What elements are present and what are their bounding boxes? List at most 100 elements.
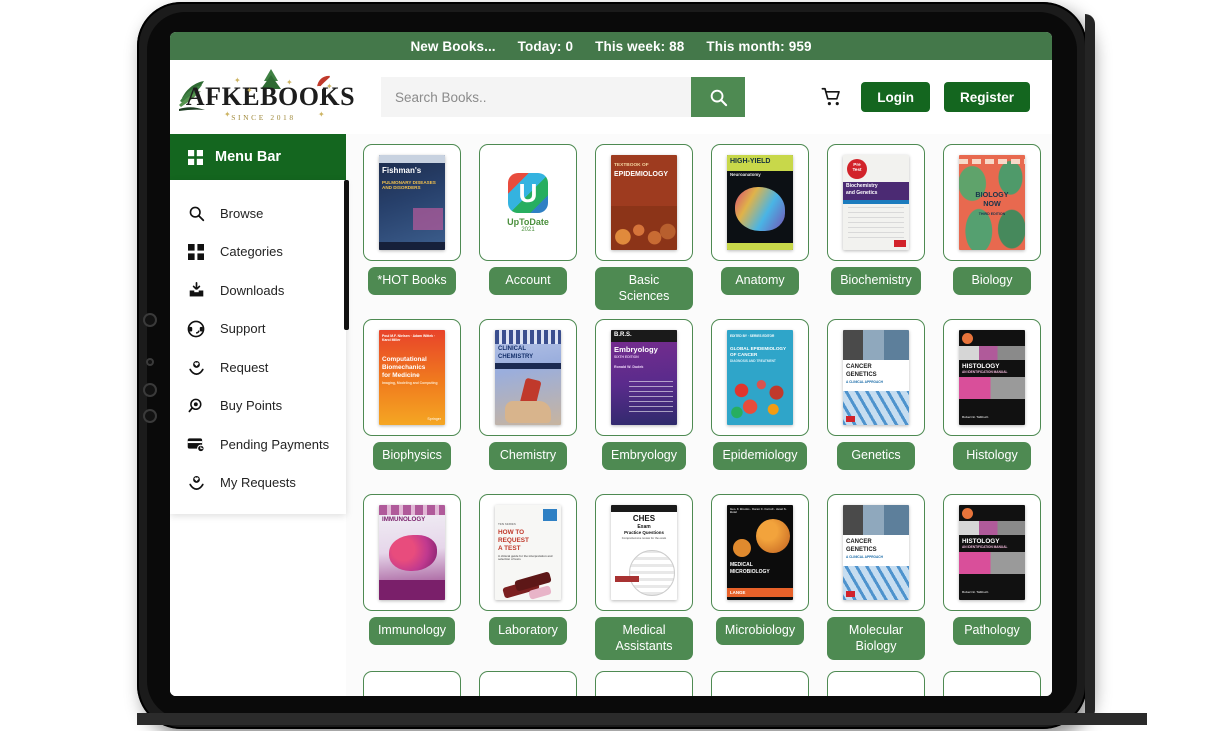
category-label[interactable]: Epidemiology [713, 442, 807, 470]
sparkle-icon-6: ✦ [318, 110, 325, 119]
category-label[interactable]: Anatomy [721, 267, 799, 295]
category-card[interactable] [363, 671, 461, 696]
category-card[interactable]: Poul M.F. Nielsen · Adam Wittek · Karol … [363, 319, 461, 436]
screenshot-root: New Books... Today: 0 This week: 88 This… [0, 0, 1219, 731]
category-card[interactable]: Geo. F. Brooks · Karen C. Carroll · Jane… [711, 494, 809, 611]
device-side-button-3[interactable] [143, 383, 157, 397]
sidebar-menu-list: Browse Categories Downloads Support Requ… [170, 180, 346, 514]
category-card[interactable]: EDITED BY · SERIES EDITOR GLOBAL EPIDEMI… [711, 319, 809, 436]
stat-today-value: 0 [565, 38, 574, 54]
sidebar-item-browse[interactable]: Browse [170, 194, 346, 233]
category-card[interactable]: U UpToDate 2021 [479, 144, 577, 261]
category-card[interactable]: Pre Test Biochemistry and Genetics [827, 144, 925, 261]
category-label[interactable]: Histology [953, 442, 1031, 470]
device-side-button-4[interactable] [143, 409, 157, 423]
register-button[interactable]: Register [943, 82, 1030, 112]
stat-month-label: This month: [706, 38, 785, 54]
stat-month: This month: 959 [706, 39, 811, 54]
category-card[interactable]: CANCER GENETICS A CLINICAL APPROACH [827, 494, 925, 611]
category-card[interactable]: CHES Exam Practice Questions Comprehensi… [595, 494, 693, 611]
category-label[interactable]: Basic Sciences [595, 267, 693, 311]
device-side-button-2[interactable] [146, 358, 154, 366]
category-label[interactable]: Genetics [837, 442, 915, 470]
category-label[interactable]: Biophysics [373, 442, 451, 470]
login-button[interactable]: Login [861, 82, 930, 112]
page-body: Menu Bar Browse Categories Downloads Sup… [170, 134, 1052, 696]
card-clock-icon [186, 436, 206, 453]
category-card[interactable]: TEN SERIES HOW TO REQUEST A TEST A clini… [479, 494, 577, 611]
book-cover: Fishman's PULMONARY DISEASES AND DISORDE… [379, 155, 445, 250]
category-grid-next-row-peek [358, 671, 1046, 696]
menu-bar-header[interactable]: Menu Bar [170, 134, 346, 180]
category-card[interactable]: CLINICAL CHEMISTRY [479, 319, 577, 436]
category-label[interactable]: Molecular Biology [827, 617, 925, 661]
category-card[interactable]: CANCER GENETICS A CLINICAL APPROACH [827, 319, 925, 436]
tablet-bottom-edge [137, 713, 1147, 725]
tablet-screen: New Books... Today: 0 This week: 88 This… [170, 32, 1052, 696]
category-card[interactable] [711, 671, 809, 696]
category-label[interactable]: Microbiology [715, 617, 805, 645]
category-card[interactable]: HISTOLOGY AN IDENTIFICATION MANUAL Rober… [943, 319, 1041, 436]
book-cover: Pre Test Biochemistry and Genetics [843, 155, 909, 250]
category-label[interactable]: Laboratory [489, 617, 567, 645]
category-label[interactable]: Embryology [602, 442, 686, 470]
search-icon [710, 89, 727, 106]
category-card[interactable]: TEXTBOOK OF EPIDEMIOLOGY [595, 144, 693, 261]
category-card[interactable]: IMMUNOLOGY [363, 494, 461, 611]
sidebar-item-downloads[interactable]: Downloads [170, 271, 346, 310]
category-card[interactable]: HISTOLOGY AN IDENTIFICATION MANUAL Rober… [943, 494, 1041, 611]
category-cell: Geo. F. Brooks · Karen C. Carroll · Jane… [706, 494, 814, 669]
category-card[interactable]: B.R.S. Embryology SIXTH EDITION Ronald W… [595, 319, 693, 436]
search-bar [381, 77, 745, 117]
book-cover: U UpToDate 2021 [495, 155, 561, 250]
tablet-right-edge [1085, 14, 1095, 720]
device-side-button-1[interactable] [143, 313, 157, 327]
sidebar-scrollbar-thumb[interactable] [344, 180, 349, 330]
category-label[interactable]: Immunology [368, 617, 456, 645]
category-cell: HISTOLOGY AN IDENTIFICATION MANUAL Rober… [938, 494, 1046, 669]
category-card[interactable]: HIGH-YIELD Neuroanatomy [711, 144, 809, 261]
sparkle-icon-5: ✦ [224, 110, 231, 119]
category-card[interactable] [595, 671, 693, 696]
category-cell: TEN SERIES HOW TO REQUEST A TEST A clini… [474, 494, 582, 669]
category-cell: IMMUNOLOGY Immunology [358, 494, 466, 669]
category-cell: U UpToDate 2021 Account [474, 144, 582, 319]
category-card[interactable] [479, 671, 577, 696]
category-label[interactable]: Medical Assistants [595, 617, 693, 661]
category-cell: B.R.S. Embryology SIXTH EDITION Ronald W… [590, 319, 698, 494]
sidebar-item-request[interactable]: Request [170, 348, 346, 387]
sidebar-item-label: Support [220, 321, 266, 337]
sidebar-item-label: My Requests [220, 475, 296, 491]
category-label[interactable]: *HOT Books [368, 267, 456, 295]
category-label[interactable]: Chemistry [489, 442, 567, 470]
site-logo[interactable]: ✦ ✦ ✦ ✦ ✦ ✦ AFKEBOOKS SINCE 2018 [176, 66, 355, 128]
sparkle-icon-2: ✦ [246, 86, 253, 95]
category-label[interactable]: Account [489, 267, 567, 295]
book-cover: CANCER GENETICS A CLINICAL APPROACH [843, 505, 909, 600]
category-card[interactable]: BIOLOGY NOW THIRD EDITION [943, 144, 1041, 261]
category-card[interactable] [943, 671, 1041, 696]
category-cell: EDITED BY · SERIES EDITOR GLOBAL EPIDEMI… [706, 319, 814, 494]
sidebar-item-pending-payments[interactable]: Pending Payments [170, 425, 346, 464]
sidebar-item-label: Buy Points [220, 398, 283, 414]
category-label[interactable]: Biochemistry [831, 267, 921, 295]
search-input[interactable] [381, 77, 691, 117]
sidebar: Menu Bar Browse Categories Downloads Sup… [170, 134, 349, 696]
cart-button[interactable] [817, 82, 847, 112]
search-submit-button[interactable] [691, 77, 745, 117]
category-card[interactable]: Fishman's PULMONARY DISEASES AND DISORDE… [363, 144, 461, 261]
category-card[interactable] [827, 671, 925, 696]
sidebar-item-my-requests[interactable]: My Requests [170, 464, 346, 503]
grid-squares-icon [188, 149, 203, 165]
sidebar-item-support[interactable]: Support [170, 310, 346, 349]
book-cover: TEXTBOOK OF EPIDEMIOLOGY [611, 155, 677, 250]
sidebar-item-buy-points[interactable]: Buy Points [170, 387, 346, 426]
category-label[interactable]: Pathology [953, 617, 1031, 645]
category-cell: CANCER GENETICS A CLINICAL APPROACH Mole… [822, 494, 930, 669]
book-cover: IMMUNOLOGY [379, 505, 445, 600]
category-cell: CANCER GENETICS A CLINICAL APPROACH Gene… [822, 319, 930, 494]
book-cover: Geo. F. Brooks · Karen C. Carroll · Jane… [727, 505, 793, 600]
sidebar-item-categories[interactable]: Categories [170, 233, 346, 272]
header-actions: Login Register [817, 82, 1034, 112]
category-label[interactable]: Biology [953, 267, 1031, 295]
